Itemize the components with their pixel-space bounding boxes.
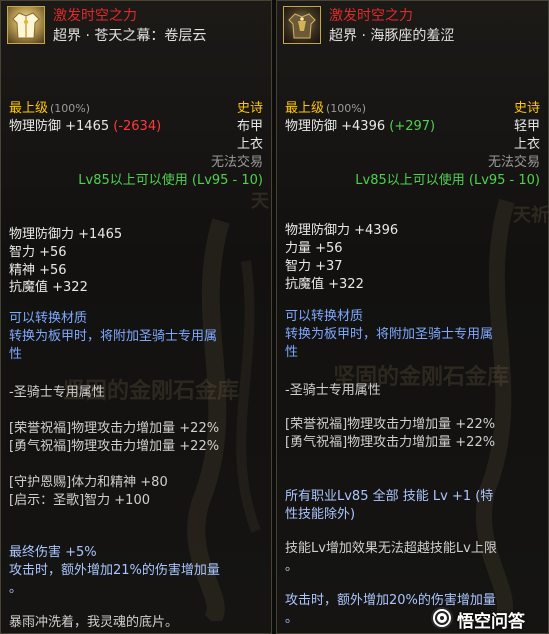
grade-percent: (100%): [326, 102, 367, 115]
light-armor-icon: [283, 6, 321, 44]
phys-def-diff: (+297): [389, 119, 436, 134]
final-damage-desc: 攻击时，额外增加21%的伤害增加量: [9, 563, 220, 578]
wukong-logo: 悟空问答: [431, 606, 543, 632]
background-art: [187, 218, 261, 621]
skill-limit-note-cont: 。: [285, 559, 299, 574]
phys-def-diff: (-2634): [113, 119, 162, 134]
stat-line: 抗魔值 +322: [9, 280, 88, 295]
wukong-logo-icon: [431, 607, 453, 629]
convert-desc: 转换为板甲时，将附加圣骑士专用属: [285, 327, 494, 342]
item-type-title: 激发时空之力: [329, 8, 413, 24]
stat-line: 物理防御力 +4396: [285, 223, 399, 238]
grade-label: 最上级 (100%): [9, 97, 90, 116]
item-name: 超界 · 海豚座的羞涩: [329, 28, 455, 44]
grace-guard: [守护恩赐]体力和精神 +80: [9, 475, 168, 490]
flavor-text: 暴雨冲洗着，我灵魂的底片。: [9, 615, 179, 630]
rarity-label: 史诗: [236, 101, 263, 116]
level-requirement: Lv85以上可以使用 (Lv95 - 10): [355, 173, 540, 188]
grade-percent: (100%): [50, 102, 91, 115]
grade-value: 最上级: [285, 101, 325, 116]
bless-honor: [荣誉祝福]物理攻击力增加量 +22%: [285, 417, 496, 432]
item-type-title: 激发时空之力: [53, 8, 137, 24]
side-watermark: 天祈: [513, 205, 549, 226]
stat-line: 智力 +56: [9, 245, 67, 260]
armor-type: 布甲: [236, 119, 263, 134]
level-requirement: Lv85以上可以使用 (Lv95 - 10): [78, 173, 263, 188]
rarity-label: 史诗: [513, 101, 540, 116]
side-watermark: 天: [251, 191, 269, 212]
phys-def-summary: 物理防御 +1465 (-2634): [9, 115, 161, 134]
phys-def-value: 物理防御 +4396: [285, 119, 386, 134]
item-tooltip-right: 坚固的金刚石金库 天祈 激发时空之力 超界 · 海豚座的羞涩 最上级 (100%)…: [276, 0, 549, 634]
equip-slot: 上衣: [236, 137, 263, 152]
background-art: [475, 198, 515, 621]
grade-value: 最上级: [9, 101, 49, 116]
convert-title: 可以转换材质: [285, 309, 364, 324]
final-damage: 最终伤害 +5%: [9, 545, 97, 560]
equip-slot: 上衣: [513, 137, 540, 152]
item-name: 超界 · 苍天之幕：卷层云: [53, 28, 207, 44]
bless-honor: [荣誉祝福]物理攻击力增加量 +22%: [9, 421, 220, 436]
phys-def-value: 物理防御 +1465: [9, 119, 110, 134]
stat-line: 物理防御力 +1465: [9, 227, 123, 242]
robe-armor-icon: [7, 6, 45, 44]
stat-line: 抗魔值 +322: [285, 277, 364, 292]
convert-desc-cont: 性: [9, 347, 23, 362]
convert-desc-cont: 性: [285, 345, 299, 360]
bless-courage: [勇气祝福]物理攻击力增加量 +22%: [285, 435, 496, 450]
final-damage-desc-cont: 。: [9, 581, 23, 596]
attack-bonus-cont: 。: [285, 611, 299, 626]
paladin-attr-title: -圣骑士专用属性: [9, 385, 105, 400]
phys-def-summary: 物理防御 +4396 (+297): [285, 115, 435, 134]
trade-status: 无法交易: [210, 155, 263, 170]
grace-hymn: [启示：圣歌]智力 +100: [9, 493, 150, 508]
item-header: 激发时空之力 超界 · 苍天之幕：卷层云: [1, 1, 271, 47]
skill-bonus: 所有职业Lv85 全部 技能 Lv +1 (特: [285, 489, 494, 504]
skill-limit-note: 技能Lv增加效果无法超越技能Lv上限: [285, 541, 497, 556]
convert-desc: 转换为板甲时，将附加圣骑士专用属: [9, 329, 218, 344]
brand-text: 悟空问答: [457, 612, 525, 632]
item-tooltip-left: 坚固的金刚石金库 天 激发时空之力 超界 · 苍天之幕：卷层云 最上级 (100%…: [0, 0, 272, 634]
convert-title: 可以转换材质: [9, 311, 88, 326]
paladin-attr-title: -圣骑士专用属性: [285, 383, 381, 398]
item-header: 激发时空之力 超界 · 海豚座的羞涩: [277, 1, 548, 47]
armor-type: 轻甲: [513, 119, 540, 134]
stat-line: 智力 +37: [285, 259, 343, 274]
skill-bonus-cont: 性技能除外): [285, 507, 356, 522]
trade-status: 无法交易: [487, 155, 540, 170]
bless-courage: [勇气祝福]物理攻击力增加量 +22%: [9, 439, 220, 454]
grade-label: 最上级 (100%): [285, 97, 366, 116]
stat-line: 力量 +56: [285, 241, 343, 256]
